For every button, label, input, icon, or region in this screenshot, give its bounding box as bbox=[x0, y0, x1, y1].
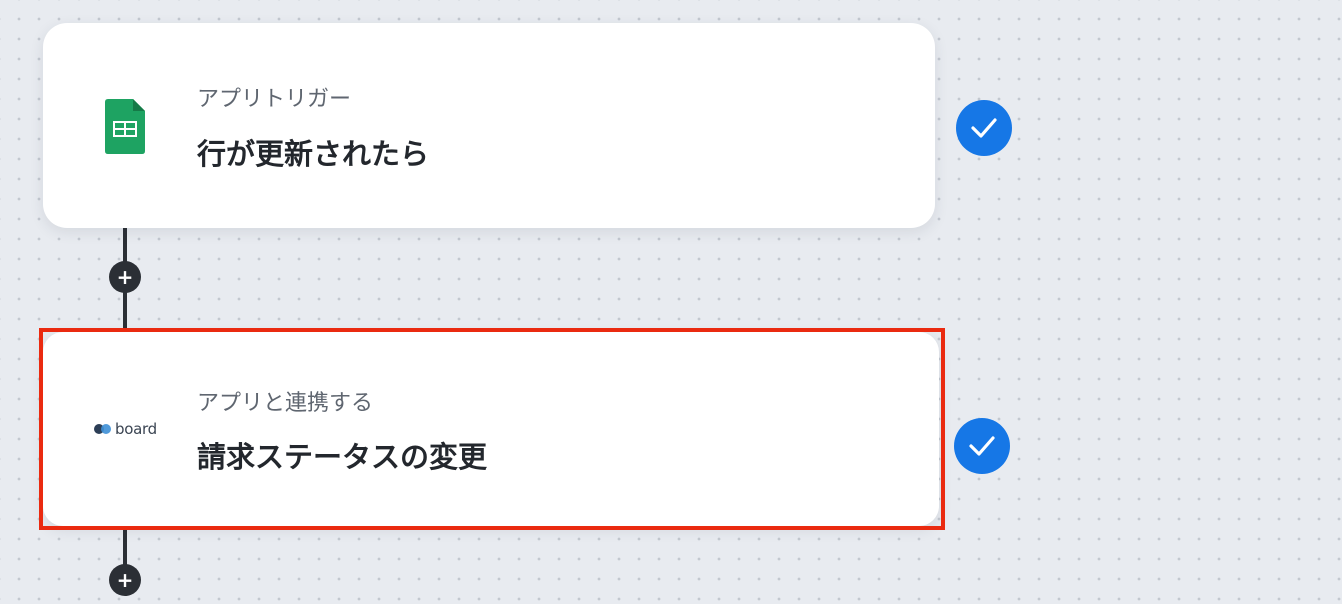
check-icon bbox=[971, 118, 997, 138]
step-2-status-check bbox=[954, 418, 1010, 474]
step-title: 行が更新されたら bbox=[197, 137, 430, 171]
add-step-button-1[interactable]: + bbox=[109, 261, 141, 293]
selected-step-highlight bbox=[39, 328, 945, 530]
add-step-button-2[interactable]: + bbox=[109, 564, 141, 596]
google-sheets-icon bbox=[105, 99, 145, 158]
plus-icon: + bbox=[116, 568, 134, 592]
check-icon bbox=[969, 436, 995, 456]
flow-step-trigger-card[interactable]: アプリトリガー 行が更新されたら bbox=[43, 23, 935, 228]
plus-icon: + bbox=[116, 265, 134, 289]
step-1-status-check bbox=[956, 100, 1012, 156]
step-type-label: アプリトリガー bbox=[197, 87, 352, 112]
